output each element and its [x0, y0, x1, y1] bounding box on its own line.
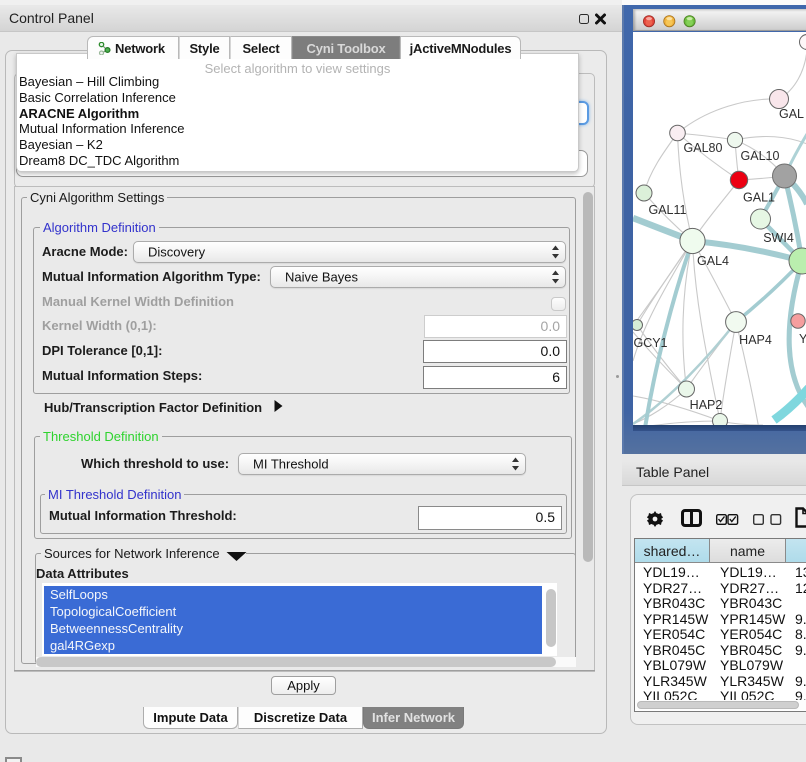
- svg-text:SWI4: SWI4: [763, 231, 794, 245]
- svg-text:GAL11: GAL11: [649, 203, 687, 217]
- svg-text:GAL4: GAL4: [697, 254, 729, 268]
- svg-text:GAL1: GAL1: [743, 191, 775, 205]
- svg-text:GAL10: GAL10: [741, 149, 780, 163]
- svg-text:GCY1: GCY1: [633, 336, 667, 350]
- svg-text:HAP2: HAP2: [690, 398, 723, 412]
- svg-text:HAP4: HAP4: [739, 333, 772, 347]
- svg-text:GAL80: GAL80: [684, 141, 723, 155]
- svg-text:Y: Y: [799, 332, 806, 346]
- svg-text:GAL: GAL: [779, 107, 804, 121]
